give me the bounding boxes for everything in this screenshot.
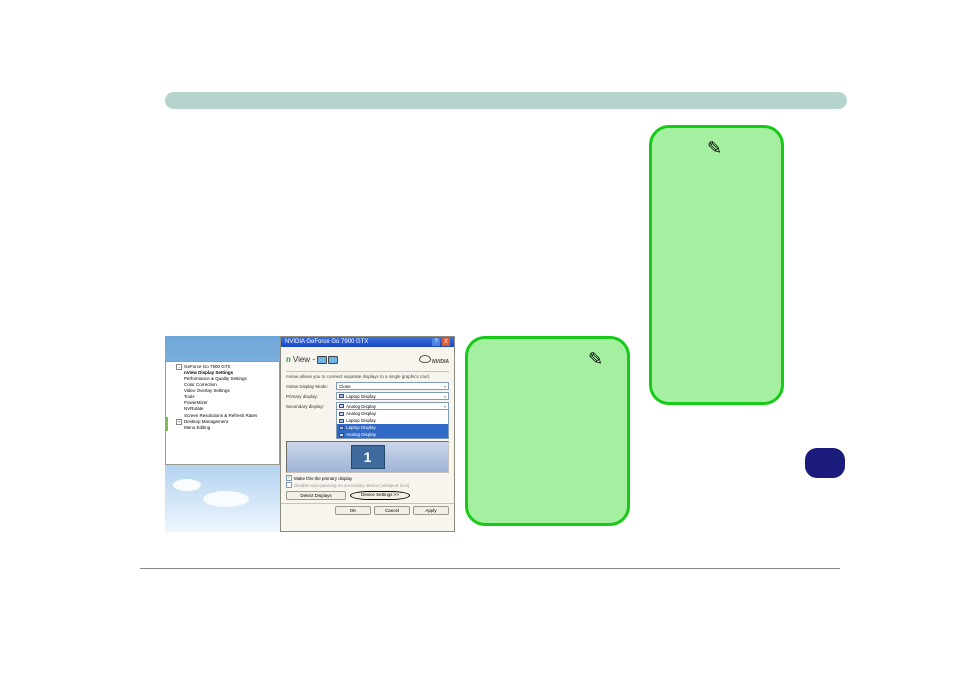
monitor-icon — [317, 356, 327, 364]
monitor-icon — [328, 356, 338, 364]
nvidia-brand-text: NVIDIA — [432, 359, 449, 365]
dialog-body: nView™ NVIDIA nView allows you to connec… — [281, 347, 454, 503]
autopan-checkbox-label: Disable auto-panning on secondary device… — [294, 483, 409, 488]
dropdown-option[interactable]: Analog Display — [337, 410, 448, 417]
settings-tree-panel: -GeForce Go 7900 GTX nView Display Setti… — [165, 361, 280, 465]
tree-scroll-accent — [165, 417, 168, 431]
nview-text: View — [293, 355, 310, 364]
nview-tm: ™ — [312, 358, 315, 362]
ok-button[interactable]: OK — [335, 506, 371, 515]
tree-expand-icon[interactable]: + — [176, 419, 182, 425]
dialog-description: nView allows you to connect separate dis… — [286, 374, 449, 379]
nvidia-logo: NVIDIA — [419, 355, 449, 365]
device-settings-button[interactable]: Device Settings >> — [350, 491, 410, 500]
secondary-dropdown-list[interactable]: Analog Display Laptop Display Laptop Dis… — [336, 409, 449, 439]
nvidia-dialog: NVIDIA GeForce Go 7900 GTX ? X nView™ NV… — [280, 336, 455, 532]
nvidia-eye-icon — [419, 355, 431, 363]
display-preview: 1 — [286, 441, 449, 473]
apply-button[interactable]: Apply — [413, 506, 449, 515]
note-callout-left: ✎ — [465, 336, 630, 526]
monitor-icon — [339, 433, 344, 437]
tree-gpu-root[interactable]: GeForce Go 7900 GTX — [184, 364, 231, 369]
dialog-title-text: NVIDIA GeForce Go 7900 GTX — [285, 339, 368, 345]
laptop-icon — [339, 426, 344, 430]
pen-icon: ✎ — [588, 349, 603, 370]
primary-select[interactable]: Laptop Display ▾ — [336, 392, 449, 400]
secondary-label: Secondary display: — [286, 404, 336, 409]
mode-value: Clone — [339, 384, 351, 389]
primary-display-checkbox[interactable]: ✓ — [286, 475, 292, 481]
dialog-titlebar: NVIDIA GeForce Go 7900 GTX ? X — [281, 337, 454, 347]
cancel-button[interactable]: Cancel — [374, 506, 410, 515]
dropdown-option[interactable]: Laptop Display — [337, 417, 448, 424]
help-button[interactable]: ? — [432, 338, 440, 346]
dialog-footer-buttons: OK Cancel Apply — [281, 503, 454, 517]
mode-select[interactable]: Clone ▾ — [336, 382, 449, 390]
tree-desktop-management[interactable]: Desktop Management — [184, 419, 228, 424]
nview-logo: nView™ — [286, 355, 338, 364]
tree-item-menu-editing[interactable]: Menu Editing — [176, 425, 277, 431]
nview-n-glyph: n — [286, 355, 291, 364]
monitor-icon — [339, 412, 344, 416]
dropdown-option[interactable]: Laptop Display — [337, 424, 448, 431]
tree-collapse-icon[interactable]: - — [176, 364, 182, 370]
chevron-down-icon: ▾ — [444, 384, 446, 389]
detect-displays-button[interactable]: Detect Displays — [286, 491, 346, 500]
footer-divider — [140, 568, 840, 569]
close-button[interactable]: X — [442, 338, 450, 346]
preview-monitor-icon[interactable]: 1 — [351, 445, 385, 469]
primary-label: Primary display: — [286, 394, 336, 399]
laptop-icon — [339, 394, 344, 398]
primary-display-checkbox-label: Make this the primary display — [294, 476, 352, 481]
mode-label: nView Display Mode: — [286, 384, 336, 389]
chevron-down-icon: ▾ — [444, 394, 446, 399]
logo-row: nView™ NVIDIA — [286, 350, 449, 372]
primary-value: Laptop Display — [346, 394, 376, 399]
dropdown-option[interactable]: Analog Display — [337, 431, 448, 438]
autopan-checkbox — [286, 482, 292, 488]
laptop-icon — [339, 419, 344, 423]
monitor-number: 1 — [364, 449, 372, 465]
header-rounded-bar — [165, 92, 847, 109]
chevron-down-icon: ▾ — [444, 404, 446, 409]
secondary-value: Analog Display — [346, 404, 376, 409]
side-label-pill — [805, 448, 845, 478]
pen-icon: ✎ — [707, 138, 722, 159]
monitor-icon — [339, 404, 344, 408]
note-callout-right: ✎ — [649, 125, 784, 405]
